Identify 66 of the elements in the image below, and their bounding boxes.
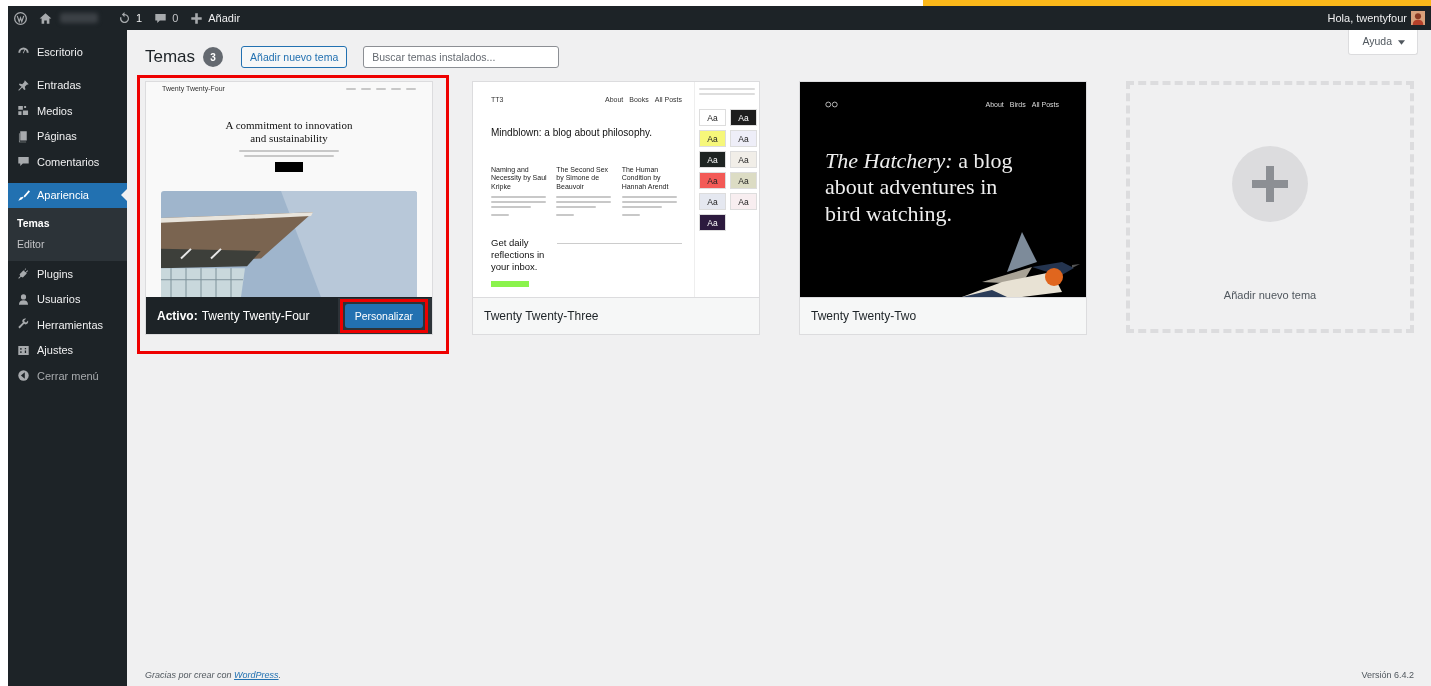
preview-button	[275, 162, 303, 172]
style-tile: Aa	[730, 130, 757, 147]
search-field[interactable]: Buscar temas instalados...	[363, 46, 560, 68]
style-tile: Aa	[699, 214, 726, 231]
customize-button[interactable]: Personalizar	[344, 304, 423, 328]
theme-name: Activo: Twenty Twenty-Four	[157, 309, 310, 323]
comment-icon	[154, 11, 168, 25]
menu-item[interactable]: Medios	[8, 98, 127, 124]
style-tile: Aa	[730, 172, 757, 189]
wordpress-logo-icon[interactable]	[14, 11, 27, 25]
new-link[interactable]: Añadir	[190, 11, 241, 25]
binoculars-icon	[825, 101, 838, 108]
preview-heading: A commitment to innovation and sustainability	[224, 119, 354, 145]
comment-icon	[17, 155, 30, 169]
menu-item[interactable]: Herramientas	[8, 312, 127, 338]
style-tile: Aa	[699, 130, 726, 147]
avatar-icon	[1411, 11, 1425, 25]
menu-item[interactable]: Entradas	[8, 72, 127, 98]
theme-name: Twenty Twenty-Three	[484, 309, 599, 323]
pin-icon	[17, 78, 30, 92]
style-tile: Aa	[699, 193, 726, 210]
collapse-icon	[17, 369, 30, 383]
footer-credit: Gracias por crear con WordPress.	[145, 670, 282, 680]
menu-item[interactable]: Comentarios	[8, 149, 127, 175]
caret-icon	[1398, 39, 1405, 45]
wordpress-link[interactable]: WordPress	[234, 670, 279, 680]
comments-link[interactable]: 0	[154, 11, 179, 25]
style-tile: Aa	[730, 193, 757, 210]
style-tile: Aa	[730, 151, 757, 168]
menu-item[interactable]: Plugins	[8, 261, 127, 287]
version-text: Versión 6.4.2	[1361, 670, 1414, 680]
add-theme-label: Añadir nuevo tema	[1223, 289, 1317, 301]
add-theme-button[interactable]: Añadir nuevo tema	[241, 46, 348, 68]
plug-icon	[17, 267, 30, 281]
help-button[interactable]: Ayuda	[1348, 30, 1418, 55]
style-tile: Aa	[730, 109, 757, 126]
theme-card[interactable]	[472, 81, 760, 335]
style-tile: Aa	[699, 151, 726, 168]
preview-cta: Get daily reflections in your inbox.	[491, 237, 546, 273]
plus-icon	[1232, 146, 1308, 222]
plus-icon	[190, 11, 204, 25]
updates-link[interactable]: 1	[118, 11, 143, 25]
count-badge: 3	[203, 47, 224, 67]
menu-item[interactable]: Usuarios	[8, 286, 127, 312]
preview-heading: The Hatchery: a blog about adventures in bird watching.	[824, 147, 1014, 228]
menu-item[interactable]: Apariencia	[8, 182, 127, 208]
collapse-menu-button[interactable]: Cerrar menú	[8, 363, 127, 389]
home-icon[interactable]	[39, 11, 52, 25]
submenu-item[interactable]: Editor	[8, 234, 127, 255]
brush-icon	[17, 188, 30, 202]
style-tile: Aa	[699, 109, 726, 126]
pages-icon	[17, 129, 30, 143]
menu-item[interactable]: Páginas	[8, 123, 127, 149]
add-theme-card[interactable]: Añadir nuevo tema	[1126, 81, 1414, 333]
theme-name: Twenty Twenty-Two	[811, 309, 917, 323]
account-link[interactable]: Hola, twentyfour	[1327, 11, 1425, 25]
style-tile: Aa	[699, 172, 726, 189]
refresh-icon	[118, 11, 131, 25]
settings-icon	[17, 343, 30, 357]
menu-item[interactable]: Ajustes	[8, 337, 127, 363]
user-icon	[17, 292, 30, 306]
preview-heading: Mindblown: a blog about philosophy.	[491, 127, 654, 138]
media-icon	[17, 104, 30, 118]
page-title: Temas	[145, 47, 196, 67]
menu-item[interactable]: Escritorio	[8, 39, 127, 65]
submenu-item[interactable]: Temas	[8, 213, 127, 234]
